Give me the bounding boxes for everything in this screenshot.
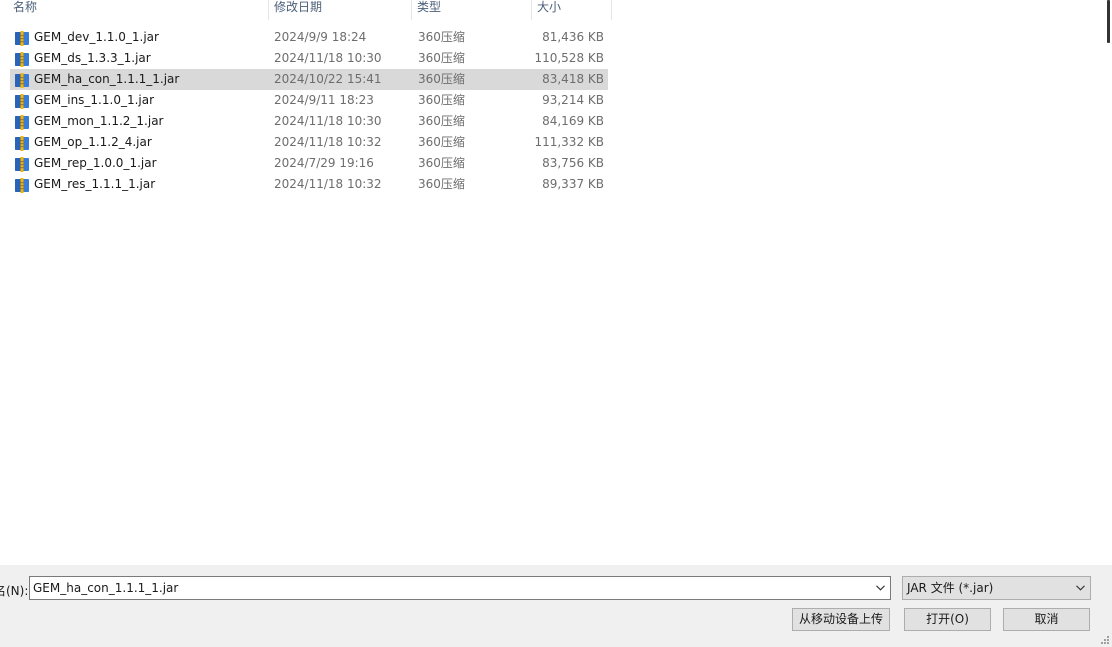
file-name: GEM_res_1.1.1_1.jar [34, 177, 156, 191]
file-row[interactable]: GEM_ins_1.1.0_1.jar 2024/9/11 18:23 360压缩 9… [10, 90, 608, 111]
file-size: 84,169 KB [542, 114, 604, 128]
column-header-name[interactable]: 名称 [8, 0, 269, 20]
file-type: 360压缩 [418, 51, 465, 65]
file-name: GEM_ds_1.3.3_1.jar [34, 51, 151, 65]
chevron-down-icon[interactable] [1070, 577, 1090, 599]
archive-icon [14, 72, 30, 88]
archive-icon [14, 135, 30, 151]
file-date: 2024/10/22 15:41 [274, 72, 382, 86]
archive-icon [14, 114, 30, 130]
file-date: 2024/11/18 10:30 [274, 51, 382, 65]
file-type: 360压缩 [418, 156, 465, 170]
file-date: 2024/11/18 10:30 [274, 114, 382, 128]
filetype-select-value: JAR 文件 (*.jar) [907, 581, 994, 595]
file-size: 93,214 KB [542, 93, 604, 107]
resize-grip-icon[interactable] [1098, 633, 1110, 645]
open-button[interactable]: 打开(O) [904, 608, 991, 631]
file-type: 360压缩 [418, 93, 465, 107]
filetype-select[interactable]: JAR 文件 (*.jar) [902, 576, 1091, 600]
vertical-scrollbar[interactable] [1105, 0, 1112, 565]
archive-icon [14, 177, 30, 193]
file-type: 360压缩 [418, 72, 465, 86]
filename-label: 名(N): [0, 584, 29, 598]
file-size: 83,418 KB [542, 72, 604, 86]
file-row[interactable]: GEM_ha_con_1.1.1_1.jar 2024/10/22 15:41 36… [10, 69, 608, 90]
file-row[interactable]: GEM_rep_1.0.0_1.jar 2024/7/29 19:16 360压缩 8… [10, 153, 608, 174]
cancel-button[interactable]: 取消 [1003, 608, 1090, 631]
file-size: 89,337 KB [542, 177, 604, 191]
file-date: 2024/11/18 10:32 [274, 177, 382, 191]
file-type: 360压缩 [418, 135, 465, 149]
file-date: 2024/11/18 10:32 [274, 135, 382, 149]
file-row[interactable]: GEM_res_1.1.1_1.jar 2024/11/18 10:32 360压缩… [10, 174, 608, 195]
column-header-row: 名称 修改日期 类型 大小 [0, 0, 1112, 20]
file-name: GEM_op_1.1.2_4.jar [34, 135, 152, 149]
file-type: 360压缩 [418, 177, 465, 191]
file-date: 2024/7/29 19:16 [274, 156, 374, 170]
file-row[interactable]: GEM_dev_1.1.0_1.jar 2024/9/9 18:24 360压缩 81… [10, 27, 608, 48]
file-name: GEM_rep_1.0.0_1.jar [34, 156, 157, 170]
file-size: 111,332 KB [534, 135, 604, 149]
filename-input[interactable] [33, 577, 863, 599]
file-size: 81,436 KB [542, 30, 604, 44]
archive-icon [14, 93, 30, 109]
file-date: 2024/9/11 18:23 [274, 93, 374, 107]
upload-from-mobile-button[interactable]: 从移动设备上传 [792, 608, 890, 631]
file-type: 360压缩 [418, 30, 465, 44]
file-row[interactable]: GEM_mon_1.1.2_1.jar 2024/11/18 10:30 360压缩… [10, 111, 608, 132]
bottom-panel: 名(N): JAR 文件 (*.jar) 从移动设备上传 打开(O) 取消 [0, 565, 1112, 647]
column-header-type[interactable]: 类型 [412, 0, 532, 20]
file-date: 2024/9/9 18:24 [274, 30, 367, 44]
file-list: GEM_dev_1.1.0_1.jar 2024/9/9 18:24 360压缩 81… [10, 27, 608, 195]
column-header-size[interactable]: 大小 [532, 0, 612, 20]
filename-combobox[interactable] [29, 576, 891, 600]
column-header-date[interactable]: 修改日期 [269, 0, 412, 20]
file-type: 360压缩 [418, 114, 465, 128]
file-size: 110,528 KB [534, 51, 604, 65]
file-name: GEM_ha_con_1.1.1_1.jar [34, 72, 180, 86]
archive-icon [14, 51, 30, 67]
chevron-down-icon[interactable] [870, 577, 890, 599]
file-size: 83,756 KB [542, 156, 604, 170]
file-name: GEM_dev_1.1.0_1.jar [34, 30, 159, 44]
scrollbar-thumb[interactable] [1107, 0, 1110, 43]
file-name: GEM_ins_1.1.0_1.jar [34, 93, 155, 107]
file-row[interactable]: GEM_op_1.1.2_4.jar 2024/11/18 10:32 360压缩 1… [10, 132, 608, 153]
archive-icon [14, 156, 30, 172]
archive-icon [14, 30, 30, 46]
file-name: GEM_mon_1.1.2_1.jar [34, 114, 164, 128]
file-open-dialog: 名称 修改日期 类型 大小 GEM_dev_1.1.0_1.jar 2024/9/… [0, 0, 1112, 647]
file-row[interactable]: GEM_ds_1.3.3_1.jar 2024/11/18 10:30 360压缩 1… [10, 48, 608, 69]
